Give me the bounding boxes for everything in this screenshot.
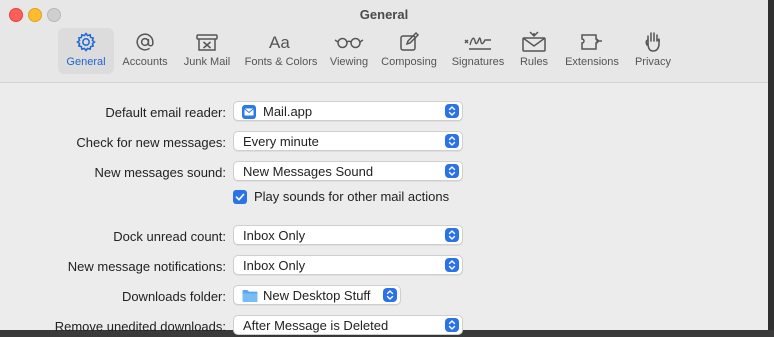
dock-unread-count-label: Dock unread count: (113, 229, 226, 244)
default-email-reader-row: Default email reader: Mail.app (0, 101, 768, 123)
hand-icon (642, 28, 664, 55)
tab-label: Rules (519, 56, 549, 68)
tab-label: Extensions (565, 56, 619, 68)
chevron-up-down-icon (445, 164, 459, 178)
popup-value: New Desktop Stuff (263, 288, 371, 303)
popup-value: New Messages Sound (243, 164, 374, 179)
junk-mail-icon (195, 28, 219, 55)
gear-icon (75, 28, 97, 55)
tab-extensions[interactable]: Extensions (556, 28, 628, 74)
compose-icon (398, 28, 420, 55)
play-sounds-checkbox[interactable] (233, 190, 247, 204)
downloads-folder-row: Downloads folder: New Desktop Stuff (0, 285, 768, 307)
new-messages-sound-label: New messages sound: (94, 165, 226, 180)
glasses-icon (334, 28, 364, 55)
downloads-folder-label: Downloads folder: (121, 289, 226, 304)
popup-value: Inbox Only (243, 228, 306, 243)
popup-value: After Message is Deleted (243, 318, 389, 333)
chevron-up-down-icon (383, 288, 397, 302)
check-new-messages-row: Check for new messages: Every minute (0, 131, 768, 153)
remove-unedited-downloads-label: Remove unedited downloads: (54, 319, 226, 334)
chevron-up-down-icon (445, 258, 459, 272)
window-title: General (359, 7, 409, 22)
tab-privacy[interactable]: Privacy (628, 28, 678, 74)
tab-signatures[interactable]: Signatures (444, 28, 512, 74)
chevron-up-down-icon (445, 104, 459, 118)
default-email-reader-label: Default email reader: (105, 105, 226, 120)
tab-fonts-colors[interactable]: Aa Fonts & Colors (238, 28, 324, 74)
preferences-toolbar: General Accounts Junk Mail Aa Fonts & Co… (58, 28, 678, 74)
new-messages-sound-row: New messages sound: New Messages Sound (0, 161, 768, 183)
new-message-notifications-row: New message notifications: Inbox Only (0, 255, 768, 277)
popup-value: Every minute (243, 134, 319, 149)
extensions-icon (579, 28, 605, 55)
downloads-folder-popup[interactable]: New Desktop Stuff (233, 285, 401, 305)
tab-composing[interactable]: Composing (374, 28, 444, 74)
check-new-messages-label: Check for new messages: (76, 135, 226, 150)
default-email-reader-popup[interactable]: Mail.app (233, 101, 463, 121)
tab-label: Fonts & Colors (244, 56, 318, 68)
rules-icon (521, 28, 547, 55)
chevron-up-down-icon (445, 228, 459, 242)
popup-value: Mail.app (263, 104, 313, 119)
dock-unread-count-popup[interactable]: Inbox Only (233, 225, 463, 245)
tab-rules[interactable]: Rules (512, 28, 556, 74)
popup-value: Inbox Only (243, 258, 306, 273)
tab-viewing[interactable]: Viewing (324, 28, 374, 74)
tab-accounts[interactable]: Accounts (114, 28, 176, 74)
tab-label: Composing (381, 56, 437, 68)
tab-label: Accounts (122, 56, 168, 68)
play-sounds-label: Play sounds for other mail actions (254, 189, 450, 204)
svg-text:Aa: Aa (269, 33, 290, 52)
folder-icon (242, 289, 258, 303)
tab-label: Privacy (634, 56, 672, 68)
new-message-notifications-label: New message notifications: (67, 259, 226, 274)
tab-junk-mail[interactable]: Junk Mail (176, 28, 238, 74)
background-window-edge (768, 0, 774, 330)
tab-label: Signatures (451, 56, 505, 68)
check-new-messages-popup[interactable]: Every minute (233, 131, 463, 151)
at-icon (134, 28, 156, 55)
preferences-window: General General Accounts Junk Mail Aa Fo… (0, 0, 769, 335)
new-message-notifications-popup[interactable]: Inbox Only (233, 255, 463, 275)
tab-general[interactable]: General (58, 28, 114, 74)
fonts-icon: Aa (268, 28, 294, 55)
new-messages-sound-popup[interactable]: New Messages Sound (233, 161, 463, 181)
checkmark-icon (235, 193, 245, 201)
mail-app-icon (242, 105, 256, 119)
tab-label: Junk Mail (183, 56, 231, 68)
signature-icon (463, 28, 493, 55)
title-bar: General General Accounts Junk Mail Aa Fo… (0, 0, 768, 83)
tab-label: Viewing (329, 56, 369, 68)
remove-unedited-downloads-row: Remove unedited downloads: After Message… (0, 315, 768, 337)
dock-unread-count-row: Dock unread count: Inbox Only (0, 225, 768, 247)
tab-label: General (66, 56, 106, 68)
remove-unedited-downloads-popup[interactable]: After Message is Deleted (233, 315, 463, 335)
chevron-up-down-icon (445, 134, 459, 148)
